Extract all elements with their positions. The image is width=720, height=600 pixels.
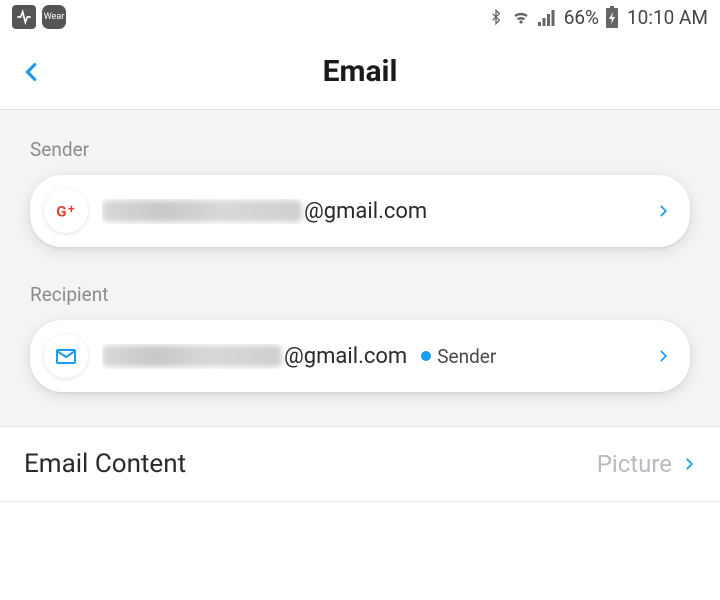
chevron-right-icon <box>656 344 670 368</box>
chevron-right-icon <box>656 199 670 223</box>
bluetooth-icon <box>488 7 504 27</box>
sender-label: Sender <box>30 138 690 161</box>
nav-header: Email <box>0 34 720 110</box>
recipient-email-suffix: @gmail.com <box>284 344 407 369</box>
recipient-label: Recipient <box>30 283 690 306</box>
email-content-label: Email Content <box>24 449 597 479</box>
google-plus-icon: G+ <box>44 189 88 233</box>
redacted-text <box>102 345 282 367</box>
email-content-value: Picture <box>597 450 672 478</box>
recipient-tag: Sender <box>437 345 496 368</box>
redacted-text <box>102 200 302 222</box>
wear-app-icon: Wear <box>42 5 66 29</box>
clock-time: 10:10 AM <box>627 6 708 29</box>
sender-section: Sender G+ @gmail.com <box>0 110 720 273</box>
recipient-email: @gmail.com Sender <box>102 344 646 369</box>
recipient-section: Recipient @gmail.com Sender <box>0 273 720 426</box>
email-content-row[interactable]: Email Content Picture <box>0 426 720 502</box>
recipient-card[interactable]: @gmail.com Sender <box>30 320 690 392</box>
back-button[interactable] <box>12 52 52 92</box>
status-right-icons: 66% 10:10 AM <box>488 6 708 29</box>
wifi-icon <box>510 7 532 27</box>
sender-email-suffix: @gmail.com <box>304 199 427 224</box>
battery-icon <box>605 6 619 28</box>
mail-icon <box>44 334 88 378</box>
status-bar: Wear 66% 10:10 AM <box>0 0 720 34</box>
chevron-left-icon <box>21 55 43 89</box>
svg-text:+: + <box>68 202 75 216</box>
battery-percent: 66% <box>564 6 599 29</box>
status-left-icons: Wear <box>12 5 66 29</box>
signal-icon <box>538 8 558 26</box>
svg-text:G: G <box>56 202 66 220</box>
sender-card[interactable]: G+ @gmail.com <box>30 175 690 247</box>
chevron-right-icon <box>682 452 696 476</box>
sender-email: @gmail.com <box>102 199 646 224</box>
page-title: Email <box>323 54 398 89</box>
wear-label: Wear <box>44 12 65 22</box>
activity-icon <box>12 5 36 29</box>
tag-dot-icon <box>421 351 431 361</box>
